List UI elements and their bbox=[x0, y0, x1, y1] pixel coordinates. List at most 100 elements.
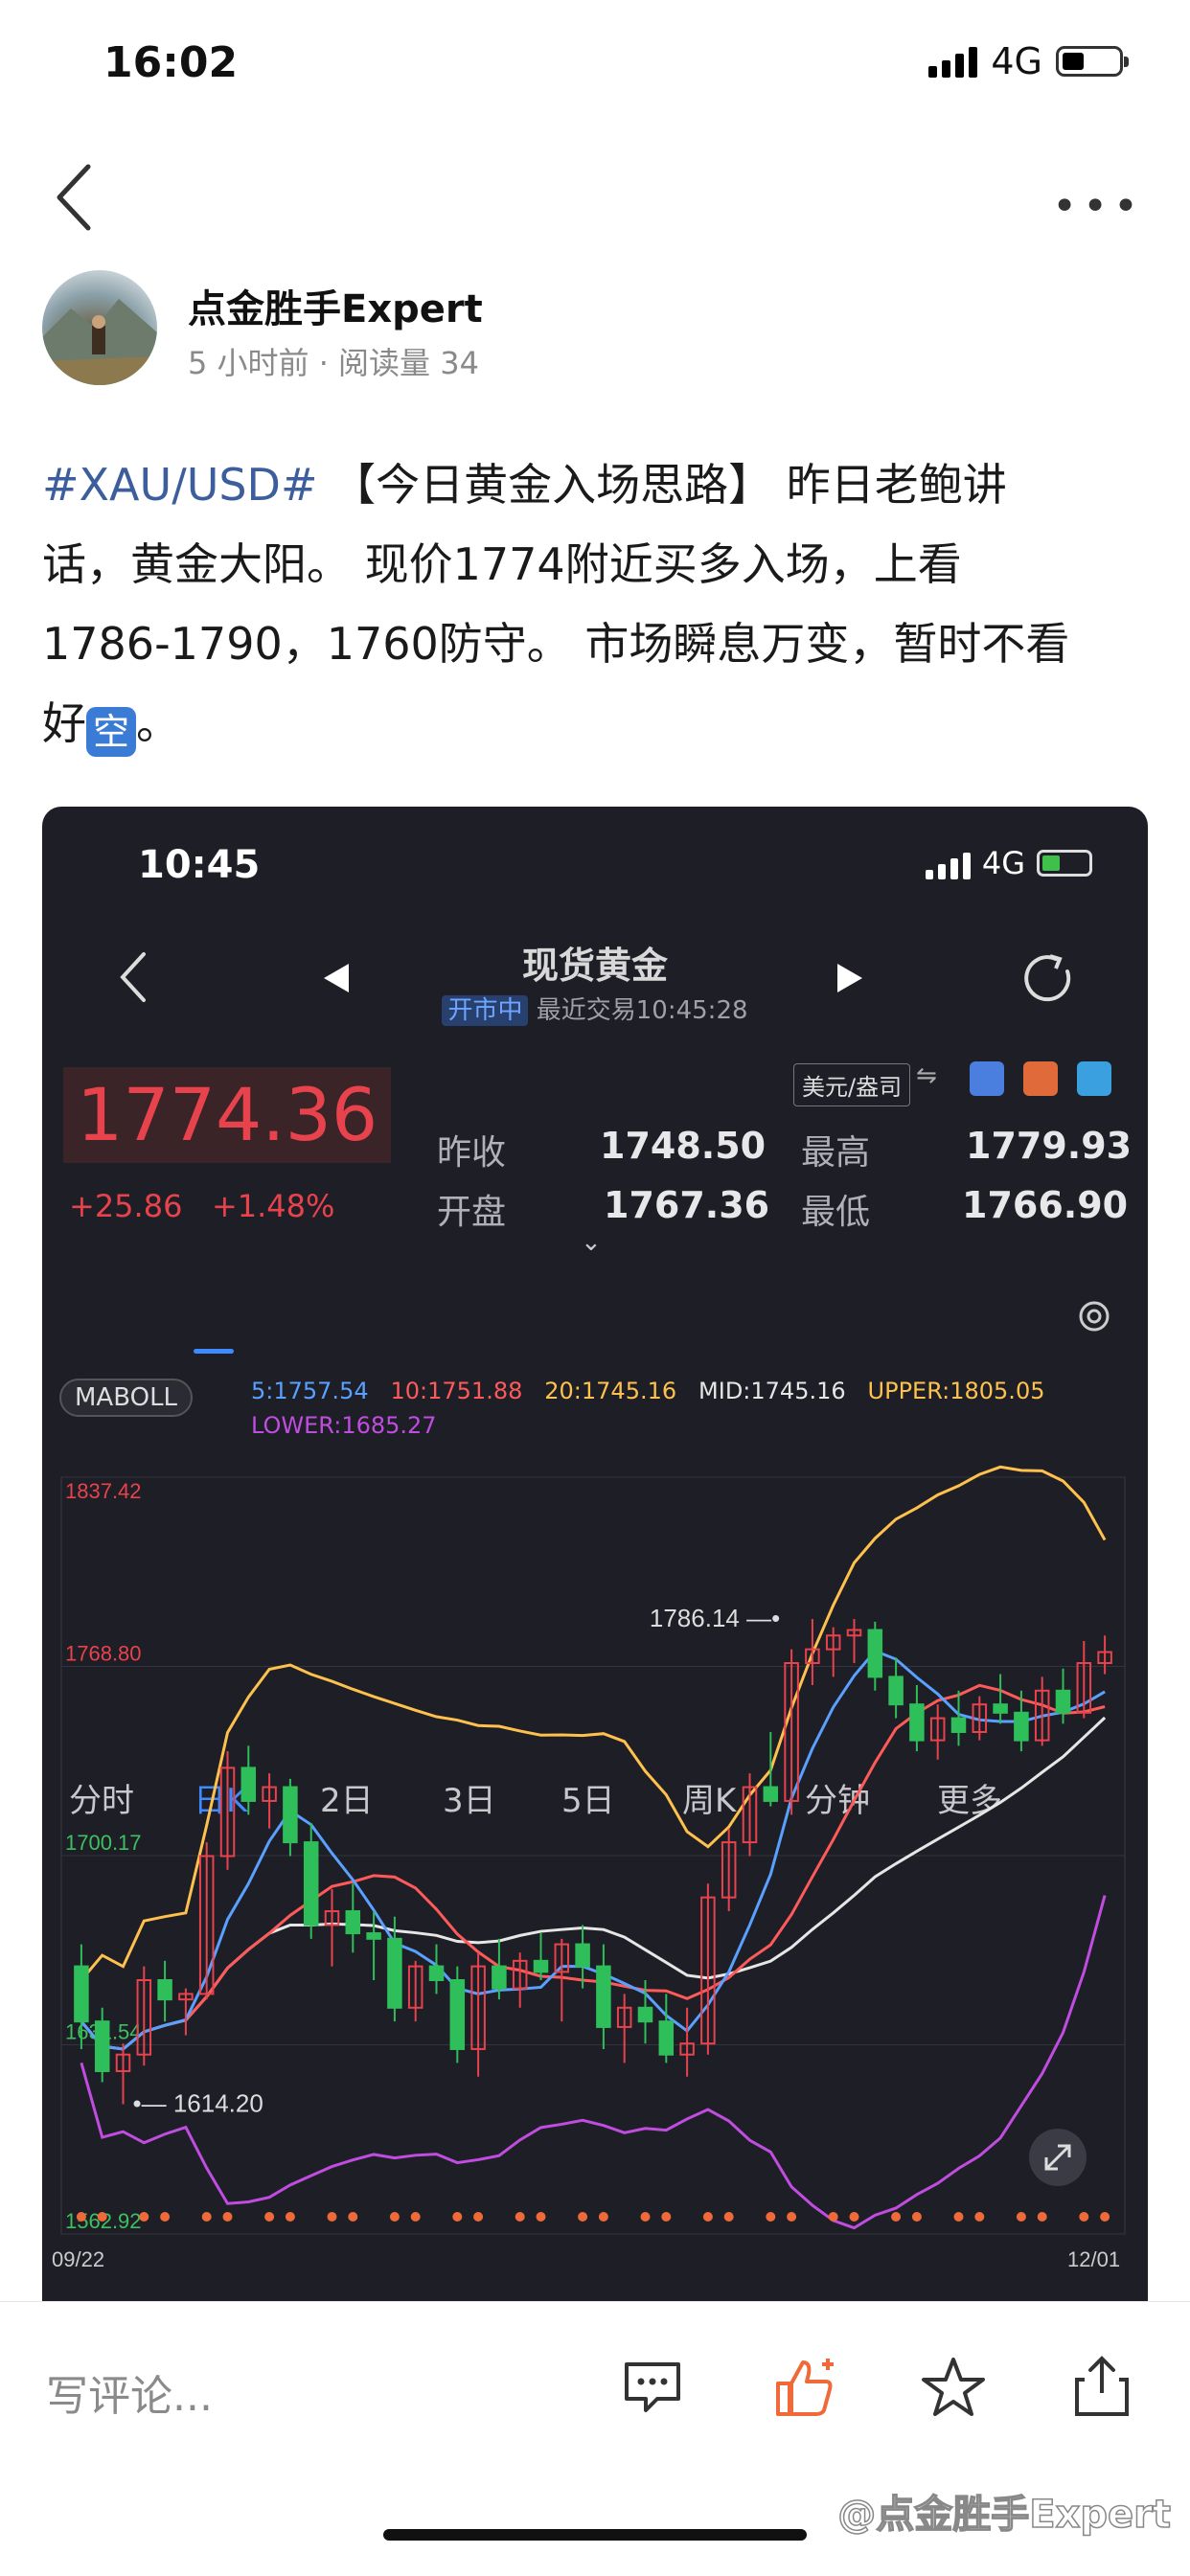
comment-icon[interactable] bbox=[619, 2357, 686, 2420]
shot-status-icons: 4G bbox=[925, 845, 1092, 881]
candle-body bbox=[993, 1703, 1008, 1714]
candle-body bbox=[157, 1978, 172, 2001]
ma10-value: 10:1751.88 bbox=[390, 1378, 523, 1404]
comment-input[interactable]: 写评论... bbox=[46, 2361, 213, 2423]
signal-dot bbox=[160, 2212, 171, 2222]
signal-dot bbox=[139, 2212, 149, 2222]
network-label: 4G bbox=[991, 40, 1042, 82]
shot-signal-icon bbox=[925, 847, 971, 879]
signal-dot bbox=[536, 2212, 546, 2222]
candle-body bbox=[596, 1965, 611, 2028]
candle-body bbox=[449, 1978, 466, 2050]
shot-battery-icon bbox=[1037, 850, 1092, 877]
signal-dot bbox=[849, 2212, 859, 2222]
back-chevron-icon[interactable] bbox=[50, 161, 100, 234]
signal-dot bbox=[828, 2212, 838, 2222]
signal-dot bbox=[76, 2212, 86, 2222]
shot-network: 4G bbox=[981, 845, 1025, 881]
signal-dot bbox=[452, 2212, 463, 2222]
signal-dot bbox=[702, 2212, 713, 2222]
high-label: 最高 bbox=[801, 1133, 871, 1173]
signal-dot bbox=[578, 2212, 588, 2222]
x-start-label: 09/22 bbox=[52, 2247, 104, 2271]
indicator-selector: MABOLL bbox=[59, 1379, 194, 1417]
post-line-2: 话，黄金大阳。 现价1774附近买多入场，上看 bbox=[42, 538, 962, 590]
upper-value: UPPER:1805.05 bbox=[867, 1378, 1045, 1404]
unit-toggle: 美元/盎司 bbox=[793, 1063, 911, 1106]
shot-status-time: 10:45 bbox=[138, 843, 261, 887]
open-value: 1767.36 bbox=[604, 1184, 770, 1226]
signal-dot bbox=[640, 2212, 651, 2222]
indicator-legend: MABOLL bbox=[59, 1379, 194, 1417]
signal-dot bbox=[410, 2212, 421, 2222]
clock-tool-icon bbox=[1077, 1061, 1111, 1096]
prev-close-value: 1748.50 bbox=[600, 1125, 767, 1167]
candle-body bbox=[658, 2020, 675, 2056]
signal-dot bbox=[97, 2212, 107, 2222]
star-icon[interactable] bbox=[920, 2355, 987, 2420]
signal-dot bbox=[598, 2212, 608, 2222]
status-time: 16:02 bbox=[103, 38, 239, 87]
swap-icon: ⇋ bbox=[916, 1061, 937, 1090]
signal-dot bbox=[766, 2212, 776, 2222]
low-label: 最低 bbox=[801, 1193, 871, 1232]
signal-dot bbox=[661, 2212, 672, 2222]
ma10-line bbox=[80, 1683, 1106, 2051]
signal-dot bbox=[1079, 2212, 1089, 2222]
author-name[interactable]: 点金胜手Expert bbox=[188, 278, 483, 333]
kong-emoji-icon: 空 bbox=[86, 707, 136, 757]
candle-body bbox=[303, 1841, 319, 1926]
signal-icon bbox=[928, 45, 978, 78]
more-options-icon[interactable]: ••• bbox=[1052, 182, 1144, 231]
low-annotation: •— 1614.20 bbox=[133, 2089, 263, 2118]
signal-dot bbox=[1100, 2212, 1110, 2222]
candle-body bbox=[492, 1965, 507, 1990]
signal-dot bbox=[1037, 2212, 1047, 2222]
candlestick-chart: 1837.421768.801700.171631.541562.921786.… bbox=[52, 1465, 1126, 2271]
change-pct: +1.48% bbox=[211, 1188, 335, 1224]
signal-dot bbox=[473, 2212, 484, 2222]
candle-body bbox=[888, 1676, 904, 1706]
open-label: 开盘 bbox=[437, 1193, 507, 1232]
tool-icons bbox=[970, 1061, 1111, 1096]
candle-body bbox=[345, 1910, 361, 1935]
ma20-value: 20:1745.16 bbox=[544, 1378, 677, 1404]
y-tick-label: 1837.42 bbox=[65, 1479, 142, 1503]
last-trade-time: 最近交易10:45:28 bbox=[536, 996, 748, 1025]
percent-tool-icon bbox=[970, 1061, 1004, 1096]
signal-dot bbox=[201, 2212, 212, 2222]
candle-body bbox=[1055, 1689, 1071, 1714]
home-indicator[interactable] bbox=[383, 2529, 807, 2541]
lower-value: LOWER:1685.27 bbox=[251, 1412, 437, 1439]
next-arrow-icon bbox=[837, 964, 862, 992]
high-annotation: 1786.14 —• bbox=[650, 1604, 780, 1632]
signal-dot bbox=[264, 2212, 275, 2222]
low-value: 1766.90 bbox=[962, 1184, 1129, 1226]
post-line-1: 【今日黄金入场思路】 昨日老鲍讲 bbox=[317, 459, 1007, 511]
signal-dot bbox=[974, 2212, 985, 2222]
signal-dot bbox=[787, 2212, 797, 2222]
thumbs-up-icon[interactable] bbox=[770, 2355, 839, 2420]
prev-close-label: 昨收 bbox=[437, 1133, 507, 1173]
post-meta: 5 小时前 · 阅读量 34 bbox=[188, 345, 479, 381]
avatar[interactable] bbox=[42, 270, 157, 385]
ma5-value: 5:1757.54 bbox=[251, 1378, 369, 1404]
embedded-screenshot[interactable]: 10:45 4G 现货黄金 开市中 最近交易10:45:28 1774.36 +… bbox=[42, 807, 1148, 2301]
settings-gear-icon bbox=[1079, 1301, 1110, 1332]
watermark: @点金胜手Expert bbox=[837, 2492, 1172, 2538]
y-tick-label: 1768.80 bbox=[65, 1641, 142, 1665]
trade-status: 开市中 最近交易10:45:28 bbox=[42, 991, 1148, 1026]
signal-dot bbox=[222, 2212, 233, 2222]
candle-body bbox=[763, 1786, 779, 1802]
change-abs: +25.86 bbox=[69, 1188, 183, 1224]
candle-body bbox=[909, 1703, 925, 1742]
candle-body bbox=[533, 1959, 549, 1973]
market-open-badge: 开市中 bbox=[442, 995, 529, 1026]
candle-body bbox=[283, 1786, 298, 1844]
signal-dot bbox=[327, 2212, 337, 2222]
indicator-tool-icon bbox=[1023, 1061, 1058, 1096]
post-line-4: 好 bbox=[42, 697, 86, 749]
signal-dot bbox=[723, 2212, 734, 2222]
share-icon[interactable] bbox=[1071, 2353, 1133, 2420]
topic-tag[interactable]: #XAU/USD# bbox=[42, 459, 318, 511]
